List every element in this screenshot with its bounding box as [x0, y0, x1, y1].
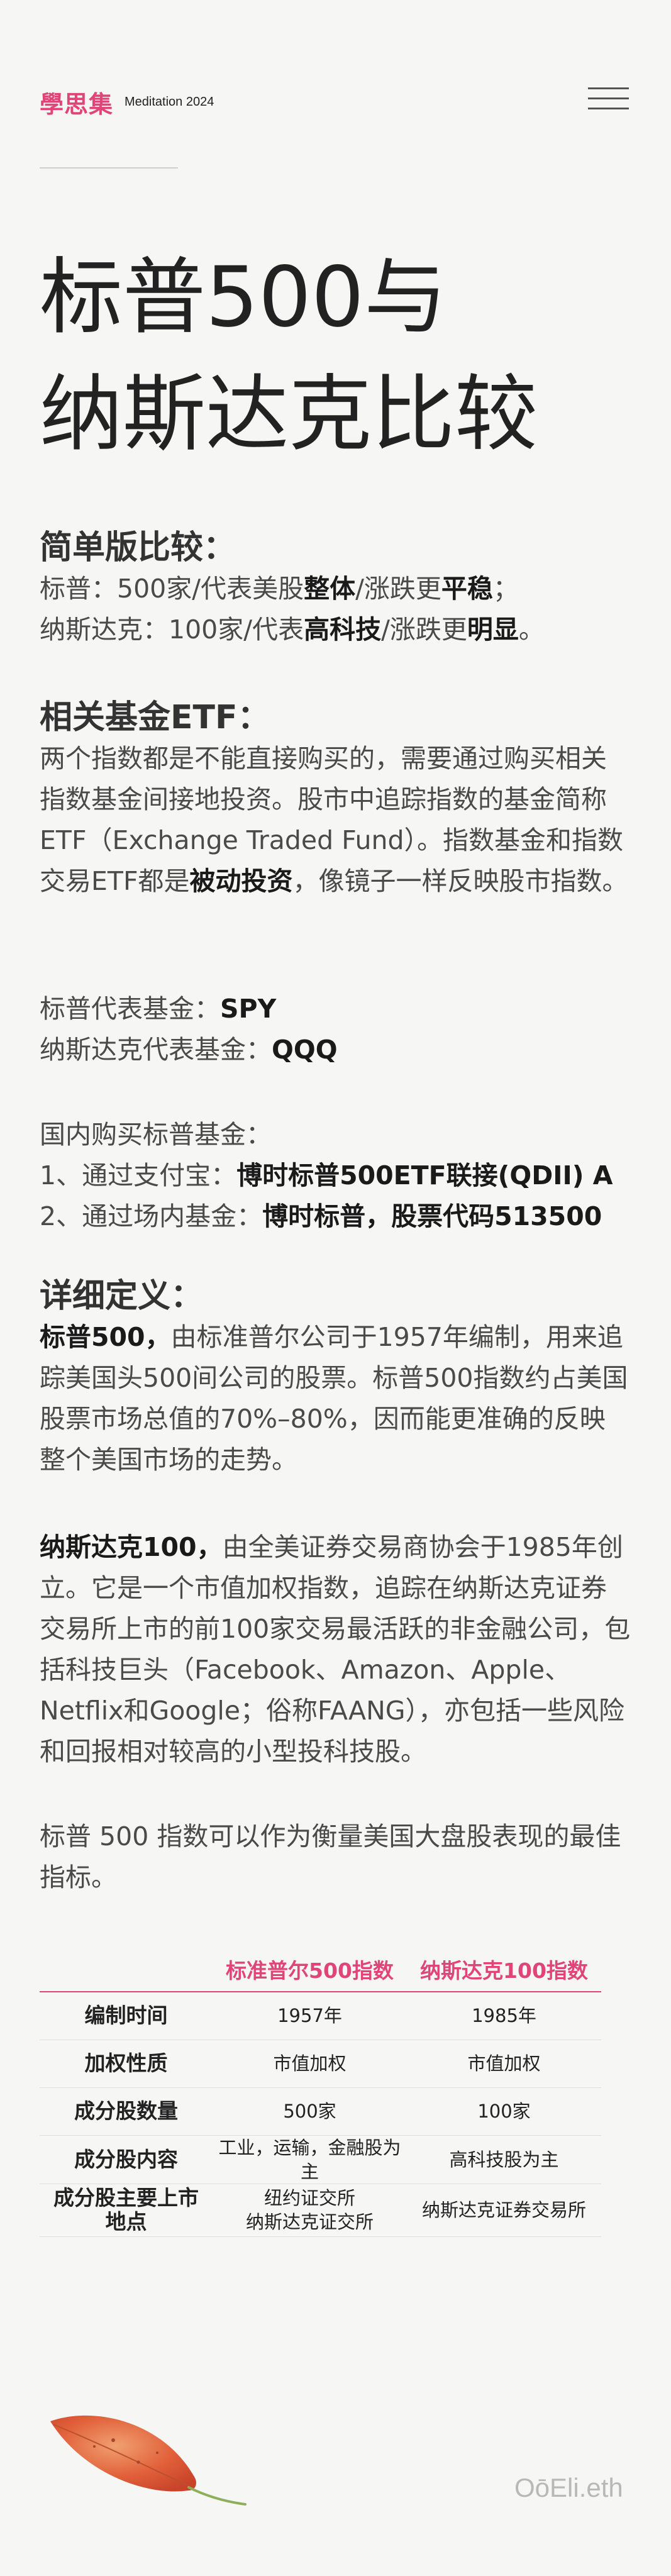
brand-logo: 學思集 [40, 90, 114, 118]
table-row: 编制时间 1957年 1985年 [40, 1992, 601, 2040]
row-label: 成分股内容 [40, 2135, 213, 2184]
table-cell: 500家 [213, 2087, 407, 2136]
table-cell: 市值加权 [213, 2040, 407, 2088]
domestic-funds: 国内购买标普基金： 1、通过支付宝：博时标普500ETF联接(QDII) A 2… [40, 1114, 631, 1237]
conclusion: 标普 500 指数可以作为衡量美国大盘股表现的最佳指标。 [40, 1821, 621, 1892]
sp500-definition: 标普500，由标准普尔公司于1957年编制，用来追踪美国头500间公司的股票。标… [40, 1322, 628, 1475]
article-page: 學思集 Meditation 2024 标普500与 纳斯达克比较 简单版比较：… [0, 0, 671, 2576]
qqq-line: 纳斯达克代表基金：QQQ [40, 1035, 338, 1065]
simple-line-nasdaq: 纳斯达克：100家/代表高科技/涨跌更明显。 [40, 614, 545, 645]
table-row: 成分股数量 500家 100家 [40, 2087, 601, 2136]
conclusion-section: 标普 500 指数可以作为衡量美国大盘股表现的最佳指标。 [40, 1816, 631, 1898]
row-label: 加权性质 [40, 2040, 213, 2088]
table-row: 加权性质 市值加权 市值加权 [40, 2040, 601, 2088]
spy-line: 标普代表基金：SPY [40, 994, 277, 1024]
table-row: 成分股主要上市地点 纽约证交所 纳斯达克证交所 纳斯达克证券交易所 [40, 2184, 601, 2237]
title-line-1: 标普500与 [40, 249, 447, 346]
row-label: 成分股主要上市地点 [40, 2184, 213, 2237]
table-header-sp500: 标准普尔500指数 [213, 1947, 407, 1992]
table-header-row: 标准普尔500指数 纳斯达克100指数 [40, 1947, 601, 1992]
row-label: 编制时间 [40, 1992, 213, 2040]
brand[interactable]: 學思集 Meditation 2024 [40, 85, 214, 119]
table-row: 成分股内容 工业，运输，金融股为主 高科技股为主 [40, 2135, 601, 2184]
simple-line-sp: 标普：500家/代表美股整体/涨跌更平稳； [40, 574, 519, 604]
table-cell: 纽约证交所 纳斯达克证交所 [213, 2184, 407, 2237]
representative-funds: 标普代表基金：SPY 纳斯达克代表基金：QQQ [40, 989, 631, 1070]
nasdaq-definition-section: 纳斯达克100，由全美证券交易商协会于1985年创立。它是一个市值加权指数，追踪… [40, 1527, 631, 1772]
detail-section: 详细定义： 标普500，由标准普尔公司于1957年编制，用来追踪美国头500间公… [40, 1275, 631, 1480]
page-title: 标普500与 纳斯达克比较 [40, 239, 606, 473]
detail-heading: 详细定义： [40, 1277, 204, 1315]
row-label: 成分股数量 [40, 2087, 213, 2136]
table-header-blank [40, 1947, 213, 1992]
simple-comparison-section: 简单版比较： 标普：500家/代表美股整体/涨跌更平稳； 纳斯达克：100家/代… [40, 527, 631, 650]
hamburger-menu-icon[interactable] [588, 82, 629, 114]
brand-subtitle: Meditation 2024 [125, 95, 214, 109]
domestic-option-1: 1、通过支付宝：博时标普500ETF联接(QDII) A [40, 1160, 613, 1191]
simple-comparison-heading: 简单版比较： [40, 529, 236, 567]
comparison-table: 标准普尔500指数 纳斯达克100指数 编制时间 1957年 1985年 加权性… [40, 1947, 601, 2237]
table-cell: 1985年 [407, 1992, 601, 2040]
table-cell: 高科技股为主 [407, 2135, 601, 2184]
domestic-option-2: 2、通过场内基金：博时标普，股票代码513500 [40, 1201, 602, 1231]
nasdaq100-definition: 纳斯达克100，由全美证券交易商协会于1985年创立。它是一个市值加权指数，追踪… [40, 1532, 631, 1767]
table-cell: 纳斯达克证券交易所 [407, 2184, 601, 2237]
table-cell: 市值加权 [407, 2040, 601, 2088]
author-signature: OōEli.eth [514, 2473, 623, 2502]
table-cell: 1957年 [213, 1992, 407, 2040]
autumn-leaf-illustration [50, 2415, 247, 2506]
header-divider [40, 167, 178, 169]
domestic-title: 国内购买标普基金： [40, 1119, 272, 1150]
etf-heading: 相关基金ETF： [40, 699, 270, 736]
etf-section: 相关基金ETF： 两个指数都是不能直接购买的，需要通过购买相关指数基金间接地投资… [40, 697, 631, 902]
etf-paragraph: 两个指数都是不能直接购买的，需要通过购买相关指数基金间接地投资。股市中追踪指数的… [40, 743, 628, 896]
title-line-2: 纳斯达克比较 [40, 366, 538, 463]
table-header-nasdaq100: 纳斯达克100指数 [407, 1947, 601, 1992]
table-cell: 100家 [407, 2087, 601, 2136]
table-cell: 工业，运输，金融股为主 [213, 2135, 407, 2184]
